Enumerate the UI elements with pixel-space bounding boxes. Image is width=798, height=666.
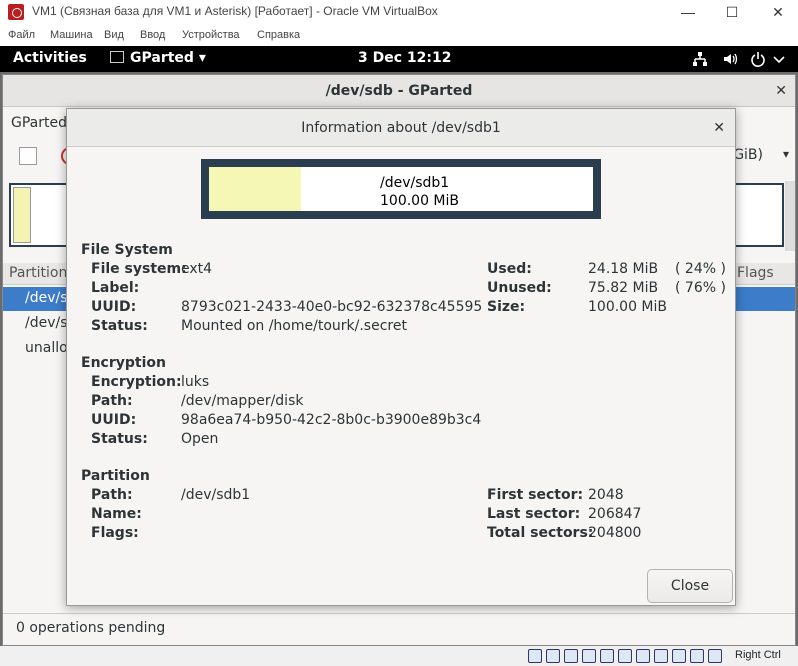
- value-encryption: luks: [181, 374, 210, 390]
- dialog-titlebar: Information about /dev/sdb1 ✕: [67, 109, 735, 147]
- value-fs-uuid: 8793c021-2433-40e0-bc92-632378c45595: [181, 299, 483, 315]
- video-capture-icon[interactable]: [654, 649, 668, 663]
- chevron-down-icon[interactable]: ▾: [783, 147, 789, 161]
- section-file-system: File System: [81, 242, 173, 258]
- device-selector[interactable]: GiB): [733, 147, 763, 163]
- partition-visual-name: /dev/sdb1: [380, 175, 450, 191]
- optical-drive-icon[interactable]: [546, 649, 560, 663]
- label-enc-path: Path:: [91, 393, 133, 409]
- value-enc-path: /dev/mapper/disk: [181, 393, 304, 409]
- status-bar: 0 operations pending: [3, 613, 795, 645]
- value-part-path: /dev/sdb1: [181, 487, 251, 503]
- power-menu-icon[interactable]: [771, 51, 787, 67]
- label-unused: Unused:: [487, 280, 552, 296]
- maximize-button[interactable]: ☐: [722, 2, 742, 22]
- value-unused-percent: ( 76% ): [675, 280, 726, 296]
- activities-button[interactable]: Activities: [13, 50, 87, 66]
- label-total-sectors: Total sectors:: [487, 525, 594, 541]
- label-file-system: File system:: [91, 261, 187, 277]
- volume-icon[interactable]: [722, 51, 738, 67]
- section-partition: Partition: [81, 468, 150, 484]
- display-icon[interactable]: [636, 649, 650, 663]
- network-adapter-icon[interactable]: [582, 649, 596, 663]
- column-flags[interactable]: Flags: [737, 265, 774, 281]
- vbox-menubar: Файл Машина Вид Ввод Устройства Справка: [0, 26, 798, 46]
- app-menu-label: GParted: [130, 50, 194, 66]
- dialog-close-icon[interactable]: ✕: [713, 109, 725, 147]
- dialog-title: Information about /dev/sdb1: [301, 120, 501, 136]
- operations-pending: 0 operations pending: [16, 620, 166, 636]
- vbox-titlebar: VM1 (Связная база для VM1 и Asterisk) [Р…: [0, 0, 798, 24]
- column-partition[interactable]: Partition: [9, 265, 67, 281]
- gparted-menu[interactable]: GParted: [11, 115, 67, 131]
- menu-view[interactable]: Вид: [104, 29, 124, 41]
- menu-input[interactable]: Ввод: [140, 29, 165, 41]
- close-window-button[interactable]: ✕: [768, 2, 788, 22]
- value-file-system: ext4: [181, 261, 213, 277]
- vbox-window-title: VM1 (Связная база для VM1 и Asterisk) [Р…: [32, 4, 438, 18]
- section-encryption: Encryption: [81, 355, 166, 371]
- partition-visual-size: 100.00 MiB: [380, 193, 460, 209]
- label-part-path: Path:: [91, 487, 133, 503]
- partition-visual-text: /dev/sdb1 100.00 MiB: [380, 174, 459, 210]
- label-enc-status: Status:: [91, 431, 148, 447]
- menu-machine[interactable]: Машина: [50, 29, 93, 41]
- label-enc-uuid: UUID:: [91, 412, 137, 428]
- partition-map-used: [13, 187, 31, 243]
- label-fs-label: Label:: [91, 280, 140, 296]
- close-button[interactable]: Close: [647, 569, 733, 603]
- host-key-label: Right Ctrl: [735, 649, 781, 661]
- shared-folders-icon[interactable]: [618, 649, 632, 663]
- value-used: 24.18 MiB: [588, 261, 659, 277]
- scrollbar[interactable]: [785, 181, 795, 251]
- label-first-sector: First sector:: [487, 487, 584, 503]
- power-icon[interactable]: [750, 51, 766, 67]
- gparted-app-icon: [110, 51, 124, 63]
- hard-disk-icon[interactable]: [528, 649, 542, 663]
- partition-used-fill: [209, 167, 302, 211]
- partition-visual: /dev/sdb1 100.00 MiB: [201, 159, 601, 219]
- value-total-sectors: 204800: [588, 525, 642, 541]
- label-encryption: Encryption:: [91, 374, 182, 390]
- value-enc-status: Open: [181, 431, 219, 447]
- value-used-percent: ( 24% ): [675, 261, 726, 277]
- virtualbox-icon: [8, 4, 24, 20]
- menu-file[interactable]: Файл: [8, 29, 35, 41]
- value-enc-uuid: 98a6ea74-b950-42c2-8b0c-b3900e89b3c4: [181, 412, 482, 428]
- guest-screen: Activities GParted ▾ 3 Dec 12:12 /dev/sd…: [0, 46, 798, 646]
- value-unused: 75.82 MiB: [588, 280, 659, 296]
- label-last-sector: Last sector:: [487, 506, 581, 522]
- label-fs-status: Status:: [91, 318, 148, 334]
- value-fs-status: Mounted on /home/tourk/.secret: [181, 318, 407, 334]
- label-fs-uuid: UUID:: [91, 299, 137, 315]
- value-first-sector: 2048: [588, 487, 624, 503]
- cpu-icon[interactable]: [672, 649, 686, 663]
- mouse-integration-icon[interactable]: [708, 649, 722, 663]
- network-icon[interactable]: [692, 51, 708, 67]
- label-size: Size:: [487, 299, 526, 315]
- label-used: Used:: [487, 261, 532, 277]
- info-dialog: Information about /dev/sdb1 ✕ /dev/sdb1 …: [66, 108, 736, 606]
- clock[interactable]: 3 Dec 12:12: [358, 50, 451, 66]
- gparted-window-title: /dev/sdb - GParted: [325, 83, 473, 99]
- chevron-down-icon: ▾: [198, 50, 206, 66]
- gparted-close-button[interactable]: ✕: [775, 75, 787, 107]
- minimize-button[interactable]: —: [678, 2, 698, 22]
- new-partition-icon[interactable]: [19, 147, 37, 165]
- usb-icon[interactable]: [600, 649, 614, 663]
- label-part-flags: Flags:: [91, 525, 139, 541]
- gnome-top-bar: Activities GParted ▾ 3 Dec 12:12: [0, 46, 798, 72]
- app-menu[interactable]: GParted ▾: [110, 50, 206, 66]
- menu-help[interactable]: Справка: [257, 29, 300, 41]
- value-size: 100.00 MiB: [588, 299, 668, 315]
- value-last-sector: 206847: [588, 506, 642, 522]
- menu-devices[interactable]: Устройства: [182, 29, 240, 41]
- guest-additions-icon[interactable]: [690, 649, 704, 663]
- label-part-name: Name:: [91, 506, 142, 522]
- partition-visual-bar: /dev/sdb1 100.00 MiB: [209, 167, 593, 211]
- audio-icon[interactable]: [564, 649, 578, 663]
- gparted-titlebar: /dev/sdb - GParted ✕: [3, 75, 795, 107]
- vbox-statusbar: Right Ctrl: [0, 646, 798, 666]
